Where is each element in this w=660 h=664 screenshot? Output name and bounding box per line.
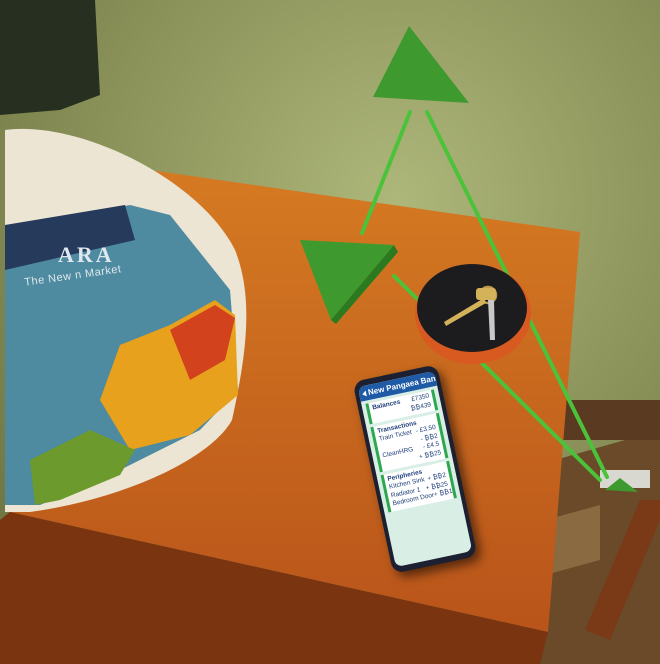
balances-title: Balances — [371, 398, 402, 412]
photo-scene: ARA The New n Market New Pangaea Bank Ba… — [0, 0, 660, 664]
key-head — [476, 288, 496, 300]
plant-leaves — [0, 0, 100, 115]
back-arrow-icon[interactable] — [361, 390, 367, 397]
background-drawing — [0, 0, 660, 664]
bag-brand-text: ARA — [58, 242, 115, 267]
transaction-value: + ₿₿25 — [418, 448, 442, 461]
